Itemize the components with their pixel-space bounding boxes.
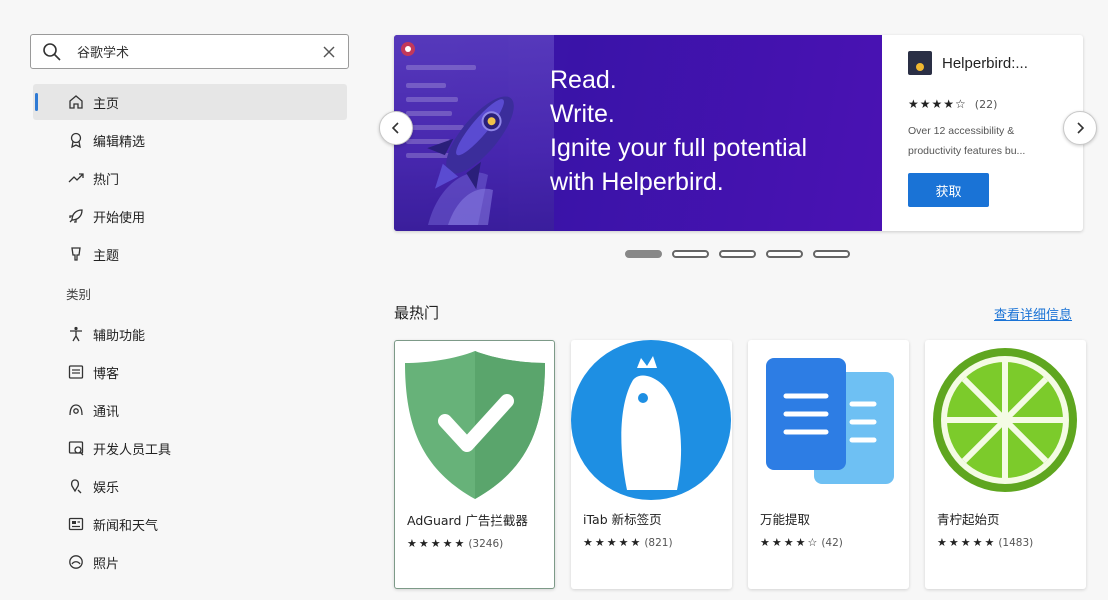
developer-tools-icon [68, 441, 84, 456]
app-name: 青柠起始页 [937, 512, 1000, 527]
carousel-prev-button[interactable] [379, 111, 413, 145]
carousel-dot[interactable] [625, 250, 662, 258]
sidebar-item-label: 娱乐 [93, 480, 120, 496]
section-title: 最热门 [394, 304, 440, 322]
sidebar-item-photos[interactable]: 照片 [33, 544, 347, 580]
search-icon [43, 42, 61, 61]
award-icon [70, 132, 82, 149]
theme-icon [71, 247, 81, 261]
helperbird-logo-icon [401, 42, 415, 56]
featured-rating: ★★★★☆ (22) [908, 97, 1059, 111]
featured-description: Over 12 accessibility & productivity fea… [908, 125, 1026, 157]
search-box[interactable] [30, 34, 349, 69]
star-rating: ★★★★★ [583, 536, 643, 549]
rating-count: (3246) [468, 537, 504, 550]
sidebar-item-label: 热门 [93, 172, 120, 188]
sidebar-item-entertainment[interactable]: 娱乐 [33, 468, 347, 504]
app-name: AdGuard 广告拦截器 [407, 513, 528, 528]
hero-badge [400, 41, 416, 57]
carousel-dot[interactable] [766, 250, 803, 258]
star-rating: ★★★★☆ [908, 97, 967, 111]
sidebar-item-get-started[interactable]: 开始使用 [33, 198, 347, 234]
sidebar-item-label: 主页 [93, 96, 120, 112]
news-icon [68, 517, 84, 531]
entertainment-icon [70, 479, 82, 494]
carousel-dot[interactable] [719, 250, 756, 258]
communication-icon [69, 404, 83, 416]
hero-headline: Read. Write. Ignite your full potential … [550, 63, 880, 199]
hero-line-2: Write. [550, 100, 615, 128]
star-rating: ★★★★☆ [760, 536, 820, 549]
app-name: iTab 新标签页 [583, 512, 662, 527]
clear-search-icon[interactable] [320, 43, 338, 61]
sidebar-item-home[interactable]: 主页 [33, 84, 347, 120]
trending-icon [68, 173, 84, 183]
sidebar-item-editors-picks[interactable]: 编辑精选 [33, 122, 347, 158]
helperbird-app-icon [908, 51, 932, 75]
document-icon [766, 358, 894, 484]
itab-penguin-icon [571, 340, 731, 500]
rating-count: (821) [644, 536, 673, 549]
sidebar-item-label: 编辑精选 [93, 134, 146, 150]
sidebar-nav: 主页 编辑精选 热门 开始使用 主题 类别 辅助功能 博客 通讯 开发人员工具 … [33, 84, 347, 582]
sidebar-item-label: 开始使用 [93, 210, 146, 226]
sidebar-item-accessibility[interactable]: 辅助功能 [33, 316, 347, 352]
featured-banner[interactable]: Read. Write. Ignite your full potential … [394, 35, 1083, 231]
carousel-next-button[interactable] [1063, 111, 1097, 145]
app-cards: AdGuard 广告拦截器 ★★★★★ (3246) iTab 新标签页 ★★★… [394, 340, 1086, 589]
hero-line-1: Read. [550, 66, 617, 94]
rating-count: (42) [821, 536, 843, 549]
hero-line-3: Ignite your full potential [550, 134, 808, 162]
carousel-dot[interactable] [672, 250, 709, 258]
rating-count: (22) [974, 97, 998, 111]
get-button[interactable]: 获取 [908, 173, 989, 207]
sidebar-item-news-weather[interactable]: 新闻和天气 [33, 506, 347, 542]
sidebar-item-label: 辅助功能 [93, 328, 146, 344]
sidebar-item-communication[interactable]: 通讯 [33, 392, 347, 428]
chevron-left-icon [391, 122, 399, 134]
sidebar-item-blogging[interactable]: 博客 [33, 354, 347, 390]
sidebar-item-themes[interactable]: 主题 [33, 236, 347, 272]
see-more-link[interactable]: 查看详细信息 [994, 304, 1072, 323]
blog-icon [68, 365, 84, 379]
carousel-dot[interactable] [813, 250, 850, 258]
lime-icon [933, 348, 1077, 492]
featured-app-title[interactable]: Helperbird:... [942, 55, 1028, 72]
sidebar-item-label: 开发人员工具 [93, 442, 172, 458]
app-name: 万能提取 [760, 512, 811, 527]
sidebar-item-trending[interactable]: 热门 [33, 160, 347, 196]
hero-image[interactable]: Read. Write. Ignite your full potential … [394, 35, 882, 231]
app-card-extractor[interactable]: 万能提取 ★★★★☆ (42) [748, 340, 909, 589]
hero-line-4: with Helperbird. [550, 168, 724, 196]
app-card-itab[interactable]: iTab 新标签页 ★★★★★ (821) [571, 340, 732, 589]
rocket-illustration [427, 96, 514, 225]
photo-icon [69, 555, 83, 569]
rating-count: (1483) [998, 536, 1034, 549]
categories-heading: 类别 [66, 287, 92, 302]
featured-app-info: Helperbird:... ★★★★☆ (22) Over 12 access… [882, 35, 1083, 231]
sidebar-item-label: 博客 [93, 366, 120, 382]
sidebar-item-label: 通讯 [93, 404, 120, 420]
rocket-icon [69, 209, 83, 223]
chevron-right-icon [1077, 122, 1085, 134]
star-rating: ★★★★★ [937, 536, 997, 549]
app-card-lime-start[interactable]: 青柠起始页 ★★★★★ (1483) [925, 340, 1086, 589]
sidebar-item-label: 新闻和天气 [93, 518, 159, 534]
home-icon [69, 95, 83, 109]
app-card-adguard[interactable]: AdGuard 广告拦截器 ★★★★★ (3246) [394, 340, 555, 589]
star-rating: ★★★★★ [407, 537, 467, 550]
accessibility-icon [70, 326, 82, 342]
carousel-indicators [625, 250, 850, 258]
sidebar-item-label: 主题 [93, 248, 120, 264]
search-input[interactable] [77, 44, 314, 59]
sidebar-item-developer-tools[interactable]: 开发人员工具 [33, 430, 347, 466]
adguard-shield-icon [405, 351, 545, 499]
sidebar-item-label: 照片 [93, 556, 120, 572]
